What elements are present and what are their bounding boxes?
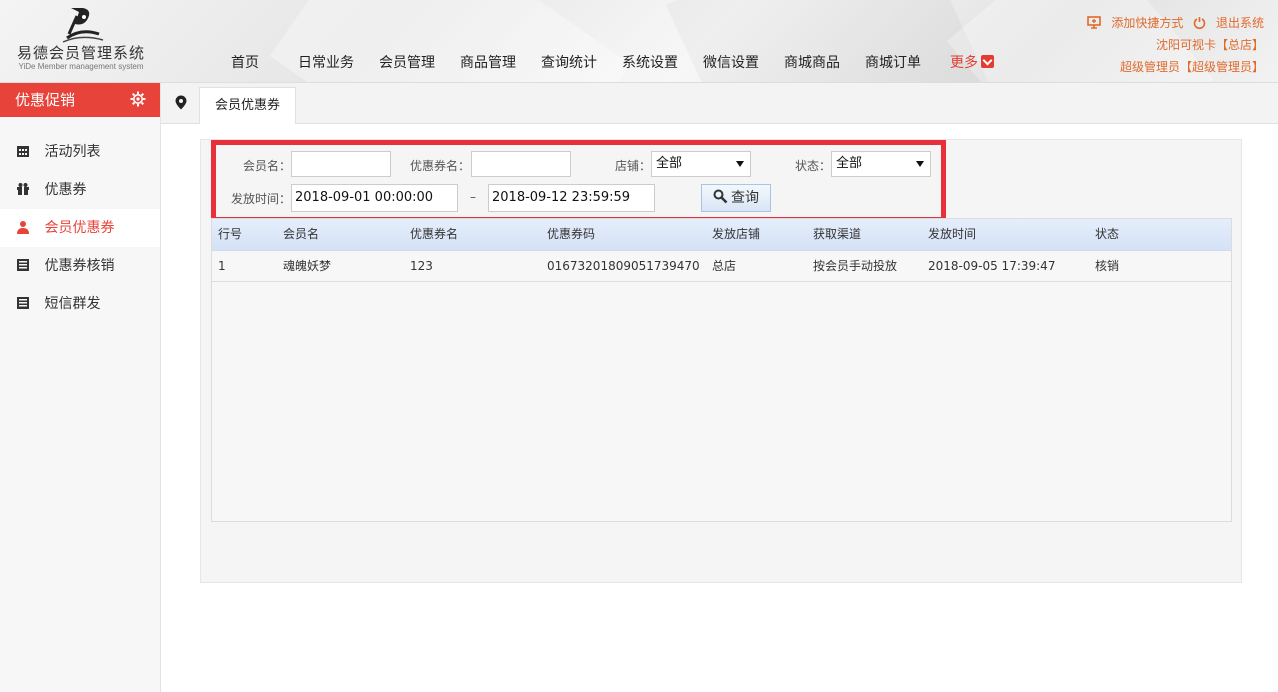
member-name-label: 会员名： [243, 159, 292, 173]
content-panel: 会员名： 优惠券名： 店铺： 全部 状态： 全部 发放时间： 2018-09-0… [200, 139, 1242, 583]
power-icon [1193, 17, 1206, 29]
sidebar-item-label: 短信群发 [44, 296, 101, 312]
app-logo[interactable]: 易德会员管理系统 YiDe Member management system [8, 4, 154, 78]
member-name-input[interactable] [291, 151, 391, 177]
issue-time-from-input[interactable]: 2018-09-01 00:00:00 [291, 184, 458, 212]
logout-link[interactable]: 退出系统 [1193, 16, 1264, 30]
cell-coupon-code: 01673201809051739470 [547, 259, 700, 273]
sidebar-item-label: 会员优惠券 [44, 220, 115, 236]
nav-item-settings[interactable]: 系统设置 [622, 52, 678, 72]
column-header-row-number[interactable]: 行号 [218, 219, 242, 250]
issue-time-label: 发放时间： [231, 192, 292, 206]
column-header-coupon-name[interactable]: 优惠券名 [410, 219, 458, 250]
column-header-member-name[interactable]: 会员名 [283, 219, 319, 250]
sidebar-item-activity-list[interactable]: 活动列表 [0, 133, 160, 171]
user-area: 添加快捷方式 退出系统 沈阳可视卡【总店】 超级管理员【超级管理员】 [1081, 12, 1264, 78]
top-header: 易德会员管理系统 YiDe Member management system 首… [0, 0, 1278, 83]
status-label: 状态： [795, 159, 832, 173]
calendar-icon [17, 146, 29, 157]
coupon-name-label: 优惠券名： [410, 159, 471, 173]
column-header-channel[interactable]: 获取渠道 [813, 219, 861, 250]
add-shortcut-label: 添加快捷方式 [1111, 16, 1184, 30]
nav-item-products[interactable]: 商品管理 [460, 52, 516, 72]
issue-time-to-input[interactable]: 2018-09-12 23:59:59 [488, 184, 655, 212]
chevron-down-icon [981, 55, 994, 68]
cell-status: 核销 [1095, 259, 1120, 273]
nav-item-wechat[interactable]: 微信设置 [703, 52, 759, 72]
logo-title: 易德会员管理系统 [16, 44, 145, 62]
sidebar-item-member-coupons[interactable]: 会员优惠券 [0, 209, 160, 247]
query-button[interactable]: 查询 [701, 184, 771, 212]
monitor-icon [1087, 16, 1102, 29]
nav-more-label: 更多 [950, 55, 978, 71]
sidebar-item-coupon-redeem[interactable]: 优惠券核销 [0, 247, 160, 285]
cell-issue-store: 总店 [712, 259, 737, 273]
logo-subtitle: YiDe Member management system [18, 62, 144, 71]
current-user[interactable]: 超级管理员【超级管理员】 [1081, 56, 1264, 78]
cell-issue-time: 2018-09-05 17:39:47 [928, 259, 1056, 273]
column-header-issue-store[interactable]: 发放店铺 [712, 219, 760, 250]
store-select[interactable]: 全部 [651, 151, 751, 177]
query-button-label: 查询 [731, 190, 759, 206]
location-pin-icon[interactable] [175, 95, 187, 110]
store-label: 店铺： [615, 159, 652, 173]
nav-item-daily[interactable]: 日常业务 [298, 52, 354, 72]
column-header-status[interactable]: 状态 [1095, 219, 1119, 250]
nav-item-more[interactable]: 更多 [950, 52, 994, 72]
coupon-table: 行号 会员名 优惠券名 优惠券码 发放店铺 获取渠道 发放时间 状态 1 魂魄妖… [211, 218, 1232, 522]
sidebar-item-label: 优惠券核销 [44, 258, 115, 274]
user-icon [17, 221, 29, 234]
gift-icon [17, 183, 29, 196]
list-icon [17, 297, 29, 309]
nav-item-mall-products[interactable]: 商城商品 [784, 52, 840, 72]
column-header-issue-time[interactable]: 发放时间 [928, 219, 976, 250]
cell-member-name: 魂魄妖梦 [283, 259, 332, 273]
column-header-coupon-code[interactable]: 优惠券码 [547, 219, 595, 250]
sidebar-item-label: 活动列表 [44, 144, 101, 160]
cell-channel: 按会员手动投放 [813, 259, 898, 273]
dropdown-arrow-icon [736, 161, 744, 167]
logout-label: 退出系统 [1215, 16, 1264, 30]
current-store[interactable]: 沈阳可视卡【总店】 [1081, 34, 1264, 56]
sidebar-item-label: 优惠券 [44, 182, 87, 198]
tab-bar: 会员优惠券 [161, 83, 1278, 124]
nav-item-home[interactable]: 首页 [231, 52, 259, 72]
table-row[interactable]: 1 魂魄妖梦 123 01673201809051739470 总店 按会员手动… [212, 251, 1231, 282]
nav-item-members[interactable]: 会员管理 [379, 52, 435, 72]
search-icon [713, 189, 728, 204]
time-separator: – [470, 190, 476, 204]
sidebar: 优惠促销 活动列表 优惠券 会员优惠券 优惠券核销 短信群发 [0, 83, 161, 692]
filter-form: 会员名： 优惠券名： 店铺： 全部 状态： 全部 发放时间： 2018-09-0… [211, 140, 946, 222]
table-header: 行号 会员名 优惠券名 优惠券码 发放店铺 获取渠道 发放时间 状态 [212, 219, 1231, 251]
coupon-name-input[interactable] [471, 151, 571, 177]
sidebar-item-coupons[interactable]: 优惠券 [0, 171, 160, 209]
nav-item-mall-orders[interactable]: 商城订单 [865, 52, 921, 72]
gear-icon[interactable] [130, 91, 146, 107]
sidebar-item-sms-broadcast[interactable]: 短信群发 [0, 285, 160, 323]
store-select-value: 全部 [656, 156, 683, 171]
status-select[interactable]: 全部 [831, 151, 931, 177]
sidebar-title: 优惠促销 [15, 91, 76, 109]
add-shortcut-link[interactable]: 添加快捷方式 [1087, 16, 1187, 30]
tab-member-coupons[interactable]: 会员优惠券 [199, 87, 297, 124]
nav-item-stats[interactable]: 查询统计 [541, 52, 597, 72]
status-select-value: 全部 [836, 156, 863, 171]
cell-row-number: 1 [218, 259, 226, 273]
cell-coupon-name: 123 [410, 259, 433, 273]
sidebar-header: 优惠促销 [0, 83, 160, 117]
logo-icon [62, 8, 104, 43]
dropdown-arrow-icon [916, 161, 924, 167]
list-icon [17, 259, 29, 271]
